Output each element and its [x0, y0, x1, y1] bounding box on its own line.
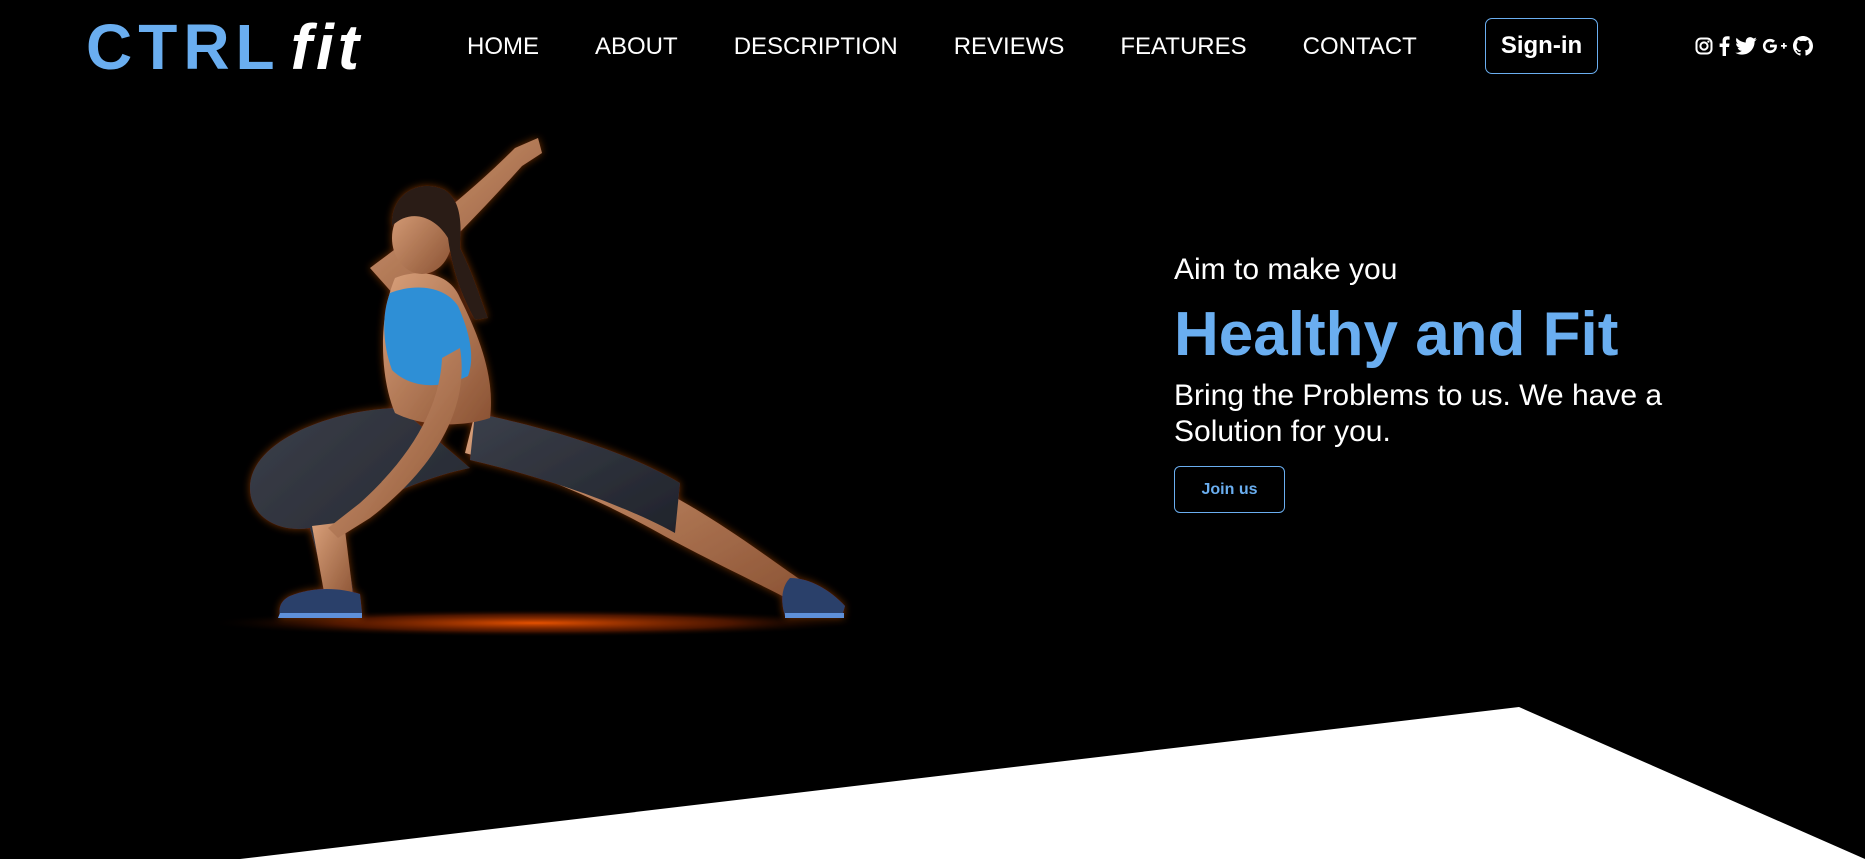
nav-about[interactable]: ABOUT — [595, 33, 678, 61]
nav-reviews[interactable]: REVIEWS — [954, 33, 1065, 61]
nav-description[interactable]: DESCRIPTION — [734, 33, 898, 61]
brand-logo[interactable]: CTRL fit — [86, 12, 363, 82]
social-links — [1695, 34, 1813, 58]
sign-in-button[interactable]: Sign-in — [1485, 18, 1598, 74]
github-icon[interactable] — [1793, 34, 1813, 58]
logo-ctrl-text: CTRL — [86, 11, 281, 83]
instagram-icon[interactable] — [1695, 34, 1713, 58]
hero-subtext: Bring the Problems to us. We have a Solu… — [1174, 379, 1663, 448]
main-nav: HOME ABOUT DESCRIPTION REVIEWS FEATURES … — [467, 18, 1417, 76]
landing-page: CTRL fit HOME ABOUT DESCRIPTION REVIEWS F… — [0, 0, 1865, 859]
join-us-button[interactable]: Join us — [1174, 466, 1285, 513]
twitter-icon[interactable] — [1735, 34, 1757, 58]
hero-headline: Healthy and Fit — [1174, 300, 1619, 369]
nav-contact[interactable]: CONTACT — [1303, 33, 1417, 61]
nav-home[interactable]: HOME — [467, 33, 539, 61]
hero-tagline: Aim to make you — [1174, 253, 1398, 286]
nav-features[interactable]: FEATURES — [1120, 33, 1246, 61]
google-plus-icon[interactable] — [1762, 34, 1788, 58]
logo-fit-text: fit — [290, 11, 364, 83]
facebook-icon[interactable] — [1718, 34, 1730, 58]
athlete-hero-image — [220, 138, 865, 637]
hero-section: Aim to make you Healthy and Fit Bring th… — [1174, 250, 1694, 513]
